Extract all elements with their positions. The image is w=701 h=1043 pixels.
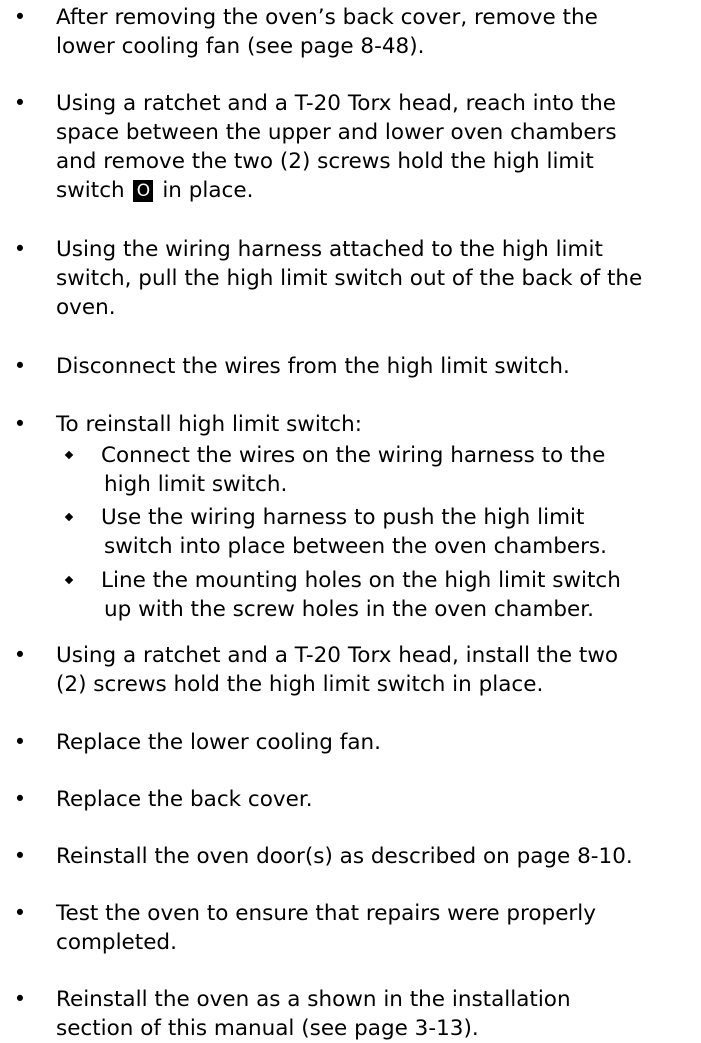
substep-text: Connect the wires on the wiring harness … [101, 441, 701, 499]
text-line: Reinstall the oven as a shown in the ins… [56, 987, 571, 1012]
bullet-icon [13, 352, 27, 381]
step-text: Reinstall the oven as a shown in the ins… [56, 985, 701, 1043]
step-text: Replace the back cover. [56, 785, 701, 814]
substep-text: Line the mounting holes on the high limi… [101, 566, 701, 624]
diamond-bullet-icon [64, 450, 74, 460]
bullet-icon [13, 985, 27, 1014]
step-text: Using a ratchet and a T-20 Torx head, in… [56, 641, 701, 699]
text-line: section of this manual (see page 3-13). [56, 1016, 479, 1041]
step-text: Replace the lower cooling fan. [56, 728, 701, 757]
bullet-icon [13, 235, 27, 264]
bullet-icon [13, 89, 27, 118]
text-line: completed. [56, 930, 177, 955]
text-line: space between the upper and lower oven c… [56, 120, 617, 145]
text-line: up with the screw holes in the oven cham… [104, 597, 594, 622]
text-line: and remove the two (2) screws hold the h… [56, 149, 594, 174]
text-line: switch O in place. [56, 176, 701, 205]
text-line: Disconnect the wires from the high limit… [56, 354, 570, 379]
substep-text: Use the wiring harness to push the high … [101, 503, 701, 561]
step-text: Reinstall the oven door(s) as described … [56, 842, 701, 871]
text-line: Line the mounting holes on the high limi… [101, 568, 621, 593]
text-line: Using a ratchet and a T-20 Torx head, in… [56, 643, 619, 668]
text-line: Test the oven to ensure that repairs wer… [56, 901, 596, 926]
bullet-icon [13, 785, 27, 814]
text-line: Using a ratchet and a T-20 Torx head, re… [56, 91, 616, 116]
text-fragment: switch [56, 178, 125, 203]
text-line: To reinstall high limit switch: [56, 412, 362, 437]
step-text: Using a ratchet and a T-20 Torx head, re… [56, 89, 701, 205]
text-line: Replace the lower cooling fan. [56, 730, 381, 755]
text-line: After removing the oven’s back cover, re… [56, 5, 598, 30]
diamond-bullet-icon [64, 575, 74, 585]
bullet-icon [13, 3, 27, 32]
bullet-icon [13, 899, 27, 928]
bullet-icon [13, 641, 27, 670]
text-line: Connect the wires on the wiring harness … [101, 443, 606, 468]
text-line: lower cooling fan (see page 8-48). [56, 34, 425, 59]
text-line: (2) screws hold the high limit switch in… [56, 672, 544, 697]
step-text: After removing the oven’s back cover, re… [56, 3, 701, 61]
text-line: Using the wiring harness attached to the… [56, 237, 603, 262]
bullet-icon [13, 842, 27, 871]
step-text: Disconnect the wires from the high limit… [56, 352, 701, 381]
bullet-icon [13, 728, 27, 757]
text-line: Replace the back cover. [56, 787, 313, 812]
text-line: Use the wiring harness to push the high … [101, 505, 585, 530]
text-line: switch into place between the oven chamb… [104, 534, 607, 559]
diamond-bullet-icon [64, 512, 74, 522]
text-line: oven. [56, 295, 116, 320]
text-line: switch, pull the high limit switch out o… [56, 266, 643, 291]
step-text: To reinstall high limit switch: [56, 410, 701, 439]
text-line: high limit switch. [104, 472, 288, 497]
step-text: Using the wiring harness attached to the… [56, 235, 701, 322]
step-text: Test the oven to ensure that repairs wer… [56, 899, 701, 957]
text-fragment: in place. [162, 178, 254, 203]
callout-label: O [133, 180, 154, 202]
text-line: Reinstall the oven door(s) as described … [56, 844, 633, 869]
bullet-icon [13, 410, 27, 439]
